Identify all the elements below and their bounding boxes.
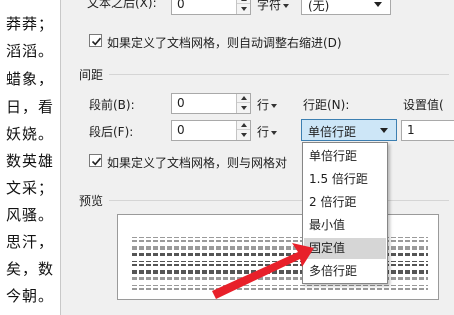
section-divider <box>109 200 449 201</box>
special-indent-combo[interactable]: (无) <box>301 0 391 15</box>
chevron-down-icon <box>380 128 388 133</box>
section-divider <box>109 74 449 75</box>
spacing-before-unit-dropdown[interactable]: 行 <box>257 96 278 113</box>
document-line: 莽莽； <box>6 15 55 33</box>
checkmark-icon <box>91 37 102 46</box>
document-text-area: 莽莽； 滔滔。 蜡象， 日，看 妖娆。 数英雄 文采； 风骚。 思汗， 矣，数 … <box>0 0 60 315</box>
line-spacing-option-1-5[interactable]: 1.5 倍行距 <box>304 169 386 190</box>
preview-title: 预览 <box>79 194 104 208</box>
preview-pane <box>117 214 439 300</box>
line-spacing-option-multiple[interactable]: 多倍行距 <box>304 261 386 282</box>
line-spacing-label: 行距(N): <box>303 98 350 112</box>
document-line: 蜡象， <box>6 70 55 88</box>
document-line: 妖娆。 <box>6 125 55 143</box>
line-spacing-option-double[interactable]: 2 倍行距 <box>304 192 386 213</box>
spacing-before-label: 段前(B): <box>89 98 135 112</box>
document-line: 思汗， <box>6 233 55 251</box>
snap-to-grid-checkbox[interactable] <box>89 154 102 167</box>
snap-to-grid-label: 如果定义了文档网格，则与网格对 <box>107 156 288 170</box>
spin-up-icon[interactable] <box>237 121 250 130</box>
paragraph-dialog: 文本之后(X): 0 字符 (无) 如果定义了文档网格，则自动调整右缩进(D) … <box>60 0 454 315</box>
document-line: 风骚。 <box>6 206 55 224</box>
line-spacing-option-single[interactable]: 单倍行距 <box>304 146 386 167</box>
set-value-label: 设置值( <box>403 98 444 112</box>
spacing-after-input[interactable]: 0 <box>171 120 251 141</box>
spacing-after-label: 段后(F): <box>89 125 134 139</box>
line-spacing-dropdown-list: 单倍行距 1.5 倍行距 2 倍行距 最小值 固定值 多倍行距 <box>302 142 388 284</box>
document-line: 矣，数 <box>6 260 55 278</box>
after-text-input[interactable]: 0 <box>171 0 251 15</box>
spacing-section-title: 间距 <box>79 68 104 82</box>
spacing-before-input[interactable]: 0 <box>171 93 251 114</box>
set-value-input[interactable]: 1 <box>401 120 454 141</box>
document-line: 数英雄 <box>6 152 55 170</box>
spacing-after-unit-dropdown[interactable]: 行 <box>257 123 278 140</box>
spin-down-icon[interactable] <box>237 103 250 112</box>
checkmark-icon <box>91 157 102 166</box>
document-line: 滔滔。 <box>6 42 55 60</box>
document-line: 今朝。 <box>6 287 55 305</box>
after-text-label: 文本之后(X): <box>87 0 157 10</box>
spin-down-icon[interactable] <box>237 4 250 13</box>
auto-adjust-checkbox[interactable] <box>89 34 102 47</box>
line-spacing-combo[interactable]: 单倍行距 <box>301 119 397 141</box>
chevron-down-icon <box>374 2 382 7</box>
auto-adjust-label: 如果定义了文档网格，则自动调整右缩进(D) <box>107 36 342 50</box>
spin-up-icon[interactable] <box>237 94 250 103</box>
spin-down-icon[interactable] <box>237 130 250 139</box>
preview-sample-text <box>130 237 428 290</box>
document-line: 文采； <box>6 179 55 197</box>
after-text-unit-dropdown[interactable]: 字符 <box>257 0 290 13</box>
line-spacing-option-exactly[interactable]: 固定值 <box>304 238 386 259</box>
document-line: 日，看 <box>6 98 55 116</box>
line-spacing-option-at-least[interactable]: 最小值 <box>304 215 386 236</box>
